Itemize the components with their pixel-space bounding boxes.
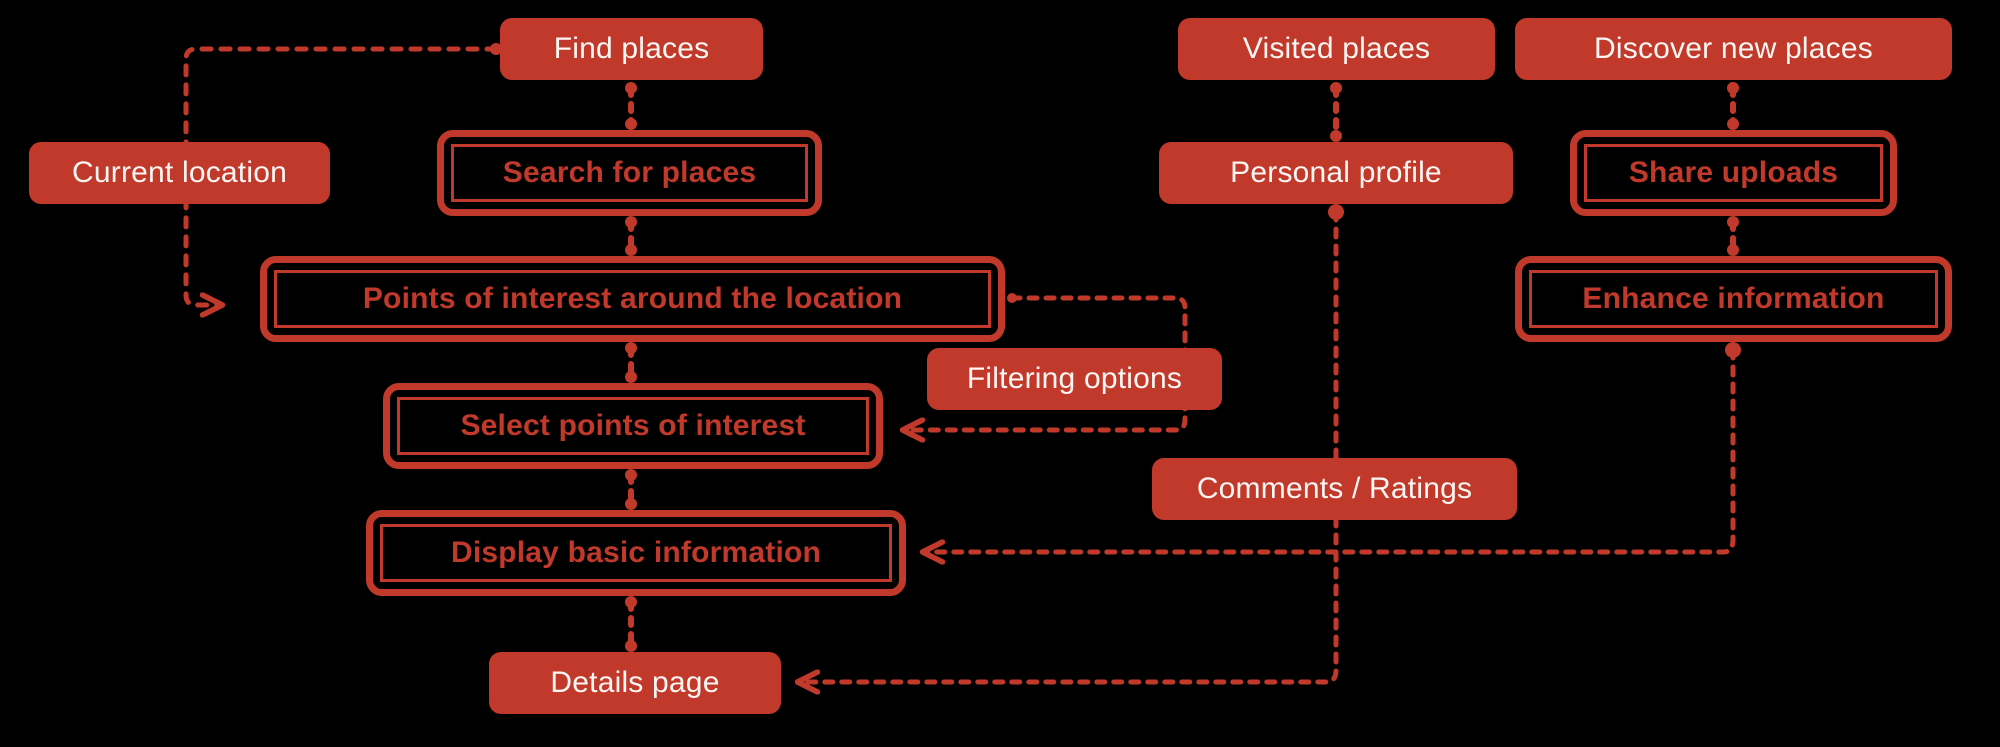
node-label: Discover new places bbox=[1594, 32, 1873, 65]
node-label: Select points of interest bbox=[460, 409, 806, 442]
node-visited-places[interactable]: Visited places bbox=[1178, 18, 1495, 80]
node-inner-border: Enhance information bbox=[1529, 270, 1938, 328]
node-personal-profile[interactable]: Personal profile bbox=[1159, 142, 1513, 204]
edge-discover-to-share bbox=[1727, 82, 1739, 130]
edge-points-to-select bbox=[625, 342, 637, 383]
node-comments-ratings[interactable]: Comments / Ratings bbox=[1152, 458, 1517, 520]
node-label: Share uploads bbox=[1628, 156, 1839, 189]
node-label: Comments / Ratings bbox=[1196, 472, 1473, 505]
node-display-basic-information[interactable]: Display basic information bbox=[366, 510, 906, 596]
node-label: Visited places bbox=[1242, 32, 1431, 65]
node-inner-border: Points of interest around the location bbox=[274, 270, 991, 328]
edge-visited-to-profile bbox=[1330, 82, 1342, 142]
node-label: Filtering options bbox=[966, 362, 1183, 395]
node-label: Enhance information bbox=[1582, 282, 1885, 315]
node-current-location[interactable]: Current location bbox=[29, 142, 330, 204]
flowchart-canvas: Find places Current location Search for … bbox=[0, 0, 2000, 747]
edge-find-to-search bbox=[625, 82, 637, 130]
node-details-page[interactable]: Details page bbox=[489, 652, 781, 714]
node-label: Personal profile bbox=[1230, 156, 1442, 189]
edge-search-to-points bbox=[625, 216, 637, 256]
node-enhance-information[interactable]: Enhance information bbox=[1515, 256, 1952, 342]
node-label: Points of interest around the location bbox=[362, 282, 903, 315]
node-select-points-of-interest[interactable]: Select points of interest bbox=[383, 383, 883, 469]
node-inner-border: Display basic information bbox=[380, 524, 892, 582]
edge-select-to-display bbox=[625, 469, 637, 510]
node-label: Search for places bbox=[502, 156, 757, 189]
node-inner-border: Search for places bbox=[451, 144, 808, 202]
edge-share-to-enhance bbox=[1727, 216, 1739, 256]
node-label: Current location bbox=[72, 156, 287, 189]
node-discover-new-places[interactable]: Discover new places bbox=[1515, 18, 1952, 80]
node-share-uploads[interactable]: Share uploads bbox=[1570, 130, 1897, 216]
node-filtering-options[interactable]: Filtering options bbox=[927, 348, 1222, 410]
node-find-places[interactable]: Find places bbox=[500, 18, 763, 80]
edge-display-to-details bbox=[625, 596, 637, 652]
node-label: Details page bbox=[550, 666, 720, 699]
node-label: Find places bbox=[553, 32, 710, 65]
node-label: Display basic information bbox=[450, 536, 822, 569]
node-points-of-interest[interactable]: Points of interest around the location bbox=[260, 256, 1005, 342]
node-search-for-places[interactable]: Search for places bbox=[437, 130, 822, 216]
node-inner-border: Share uploads bbox=[1584, 144, 1883, 202]
node-inner-border: Select points of interest bbox=[397, 397, 869, 455]
